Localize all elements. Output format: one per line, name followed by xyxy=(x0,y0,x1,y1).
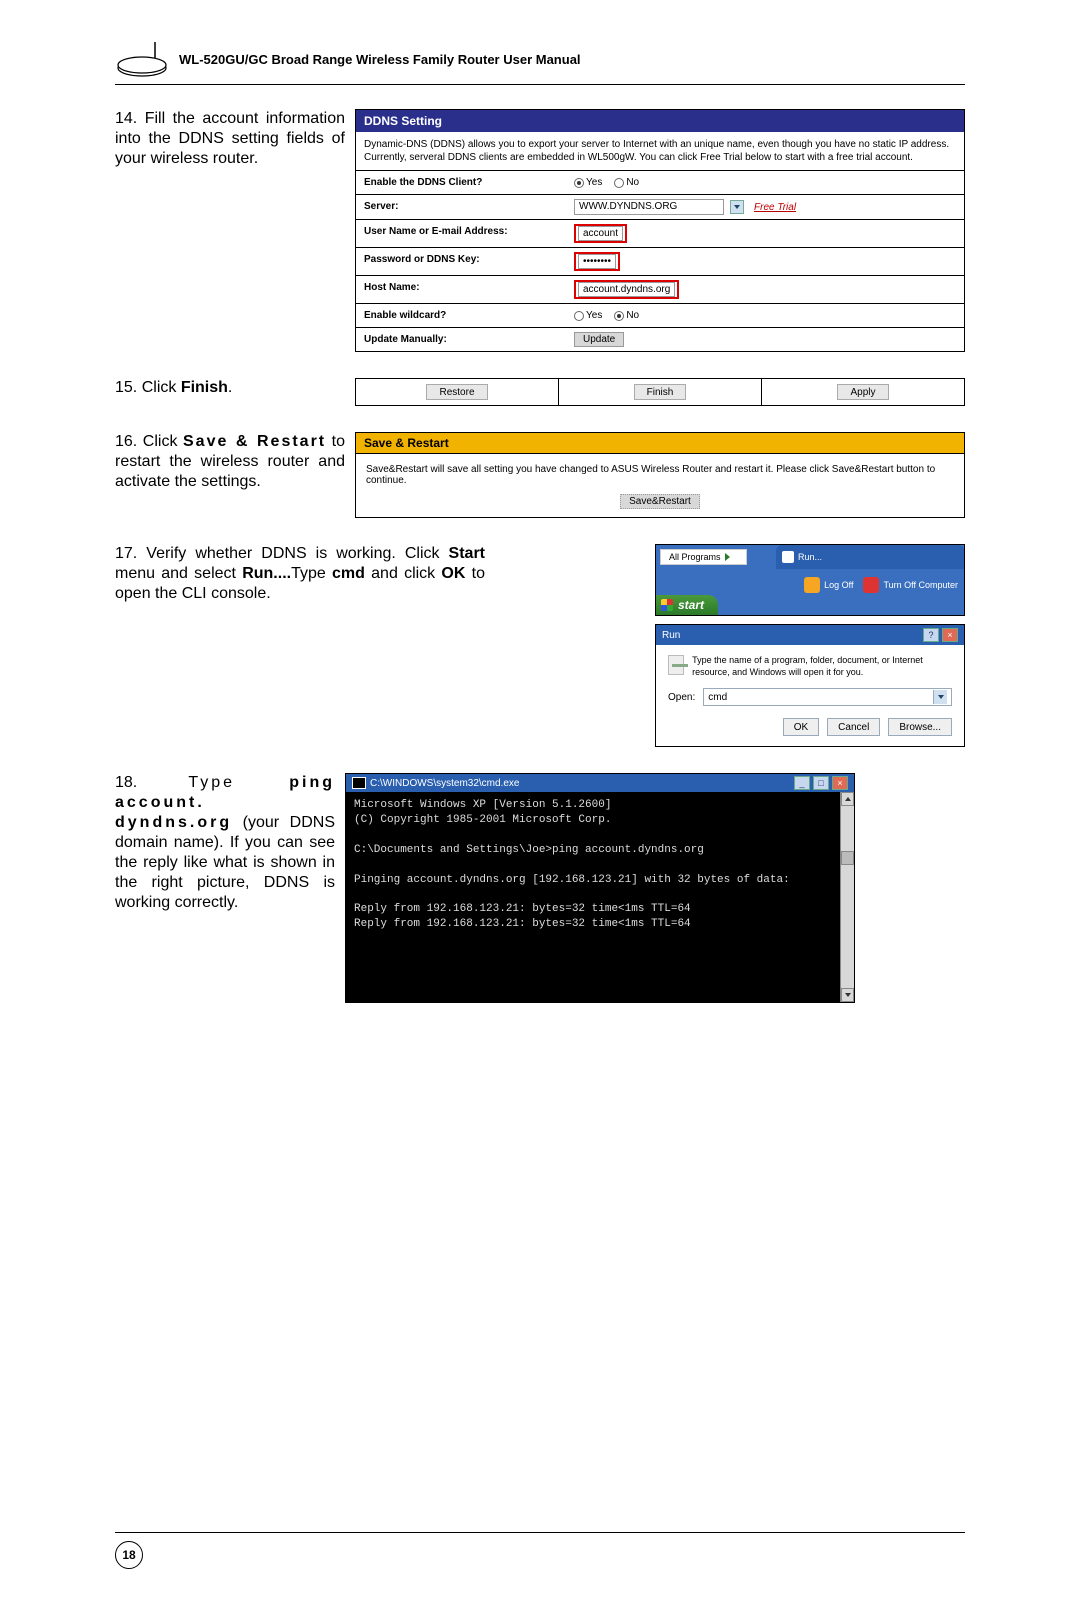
run-dialog-desc: Type the name of a program, folder, docu… xyxy=(692,655,952,678)
run-browse-button[interactable]: Browse... xyxy=(888,718,952,736)
ddns-wild-no[interactable]: No xyxy=(614,310,639,321)
help-button[interactable]: ? xyxy=(923,628,939,642)
page-header: WL-520GU/GC Broad Range Wireless Family … xyxy=(115,40,965,85)
finish-button[interactable]: Finish xyxy=(634,384,687,400)
close-button[interactable]: × xyxy=(942,628,958,642)
ddns-enable-no[interactable]: No xyxy=(614,177,639,188)
logoff-icon xyxy=(804,577,820,593)
ddns-user-label: User Name or E-mail Address: xyxy=(356,220,566,247)
cmd-window-title: C:\WINDOWS\system32\cmd.exe xyxy=(370,778,519,789)
step-14-row: 14. Fill the account information into th… xyxy=(115,109,965,352)
save-restart-button[interactable]: Save&Restart xyxy=(620,494,700,509)
ddns-update-button[interactable]: Update xyxy=(574,332,624,347)
restore-button[interactable]: Restore xyxy=(426,384,487,400)
step-16-text: 16. Click Save & Restart to restart the … xyxy=(115,432,355,492)
step-17-text: 17. Verify whether DDNS is working. Clic… xyxy=(115,544,495,604)
step-15-text: 15. Click Finish. xyxy=(115,378,355,398)
scrollbar[interactable] xyxy=(840,792,854,1001)
run-menu-item[interactable]: Run... xyxy=(776,545,964,569)
ddns-wild-yes[interactable]: Yes xyxy=(574,310,602,321)
start-menu-screenshot: All Programs Run... Log Off Turn Off Com… xyxy=(655,544,965,616)
ddns-wild-label: Enable wildcard? xyxy=(356,304,566,327)
ddns-user-input[interactable]: account xyxy=(578,226,623,241)
cmd-output: Microsoft Windows XP [Version 5.1.2600] … xyxy=(346,792,854,1001)
run-ok-button[interactable]: OK xyxy=(783,718,819,736)
page-footer: 18 xyxy=(115,1532,965,1569)
step-15-row: 15. Click Finish. Restore Finish Apply xyxy=(115,378,965,406)
step-14-num: 14. xyxy=(115,110,137,127)
run-icon xyxy=(782,551,794,563)
logoff-button[interactable]: Log Off xyxy=(804,577,853,593)
ddns-host-input[interactable]: account.dyndns.org xyxy=(578,282,675,297)
router-icon xyxy=(115,40,169,78)
save-restart-panel: Save & Restart Save&Restart will save al… xyxy=(355,432,965,518)
ddns-desc: Dynamic-DNS (DDNS) allows you to export … xyxy=(356,132,964,171)
power-icon xyxy=(863,577,879,593)
step-17-row: 17. Verify whether DDNS is working. Clic… xyxy=(115,544,965,747)
ddns-server-dropdown-icon[interactable] xyxy=(730,200,744,214)
dropdown-icon[interactable] xyxy=(933,690,947,704)
step-16-row: 16. Click Save & Restart to restart the … xyxy=(115,432,965,518)
ddns-enable-label: Enable the DDNS Client? xyxy=(356,171,566,194)
restore-finish-apply-bar: Restore Finish Apply xyxy=(355,378,965,406)
ddns-enable-yes[interactable]: Yes xyxy=(574,177,602,188)
ddns-server-select[interactable]: WWW.DYNDNS.ORG xyxy=(574,199,724,215)
apply-button[interactable]: Apply xyxy=(837,384,888,400)
maximize-button[interactable]: □ xyxy=(813,776,829,790)
step-18-row: 18. Type ping account.dyndns.org (your D… xyxy=(115,773,965,1002)
manual-title: WL-520GU/GC Broad Range Wireless Family … xyxy=(179,52,581,67)
run-cancel-button[interactable]: Cancel xyxy=(827,718,880,736)
windows-logo-icon xyxy=(661,599,673,611)
scroll-thumb[interactable] xyxy=(841,851,854,865)
run-dialog-icon xyxy=(668,655,684,675)
ddns-host-label: Host Name: xyxy=(356,276,566,303)
ddns-server-label: Server: xyxy=(356,195,566,219)
scroll-down-icon[interactable] xyxy=(841,988,854,1002)
run-open-input[interactable]: cmd xyxy=(703,688,952,706)
ddns-title: DDNS Setting xyxy=(356,110,964,132)
run-dialog: Run ? × Type the name of a program, fold… xyxy=(655,624,965,747)
save-restart-title: Save & Restart xyxy=(356,433,964,454)
chevron-right-icon xyxy=(725,553,730,561)
all-programs-item[interactable]: All Programs xyxy=(660,549,747,565)
run-open-label: Open: xyxy=(668,692,695,703)
save-restart-desc: Save&Restart will save all setting you h… xyxy=(366,464,954,486)
run-dialog-title: Run xyxy=(662,630,680,641)
ddns-pass-input[interactable]: •••••••• xyxy=(578,254,616,269)
minimize-button[interactable]: _ xyxy=(794,776,810,790)
ddns-pass-label: Password or DDNS Key: xyxy=(356,248,566,275)
step-14-text: 14. Fill the account information into th… xyxy=(115,109,355,169)
cmd-icon xyxy=(352,777,366,789)
scroll-up-icon[interactable] xyxy=(841,792,854,806)
page-number: 18 xyxy=(115,1541,143,1569)
free-trial-link[interactable]: Free Trial xyxy=(754,202,796,213)
ddns-panel: DDNS Setting Dynamic-DNS (DDNS) allows y… xyxy=(355,109,965,352)
turnoff-button[interactable]: Turn Off Computer xyxy=(863,577,958,593)
close-button[interactable]: × xyxy=(832,776,848,790)
ddns-update-label: Update Manually: xyxy=(356,328,566,351)
step-18-text: 18. Type ping account.dyndns.org (your D… xyxy=(115,773,345,913)
cmd-window: C:\WINDOWS\system32\cmd.exe _ □ × Micros… xyxy=(345,773,855,1002)
start-button[interactable]: start xyxy=(656,595,718,615)
